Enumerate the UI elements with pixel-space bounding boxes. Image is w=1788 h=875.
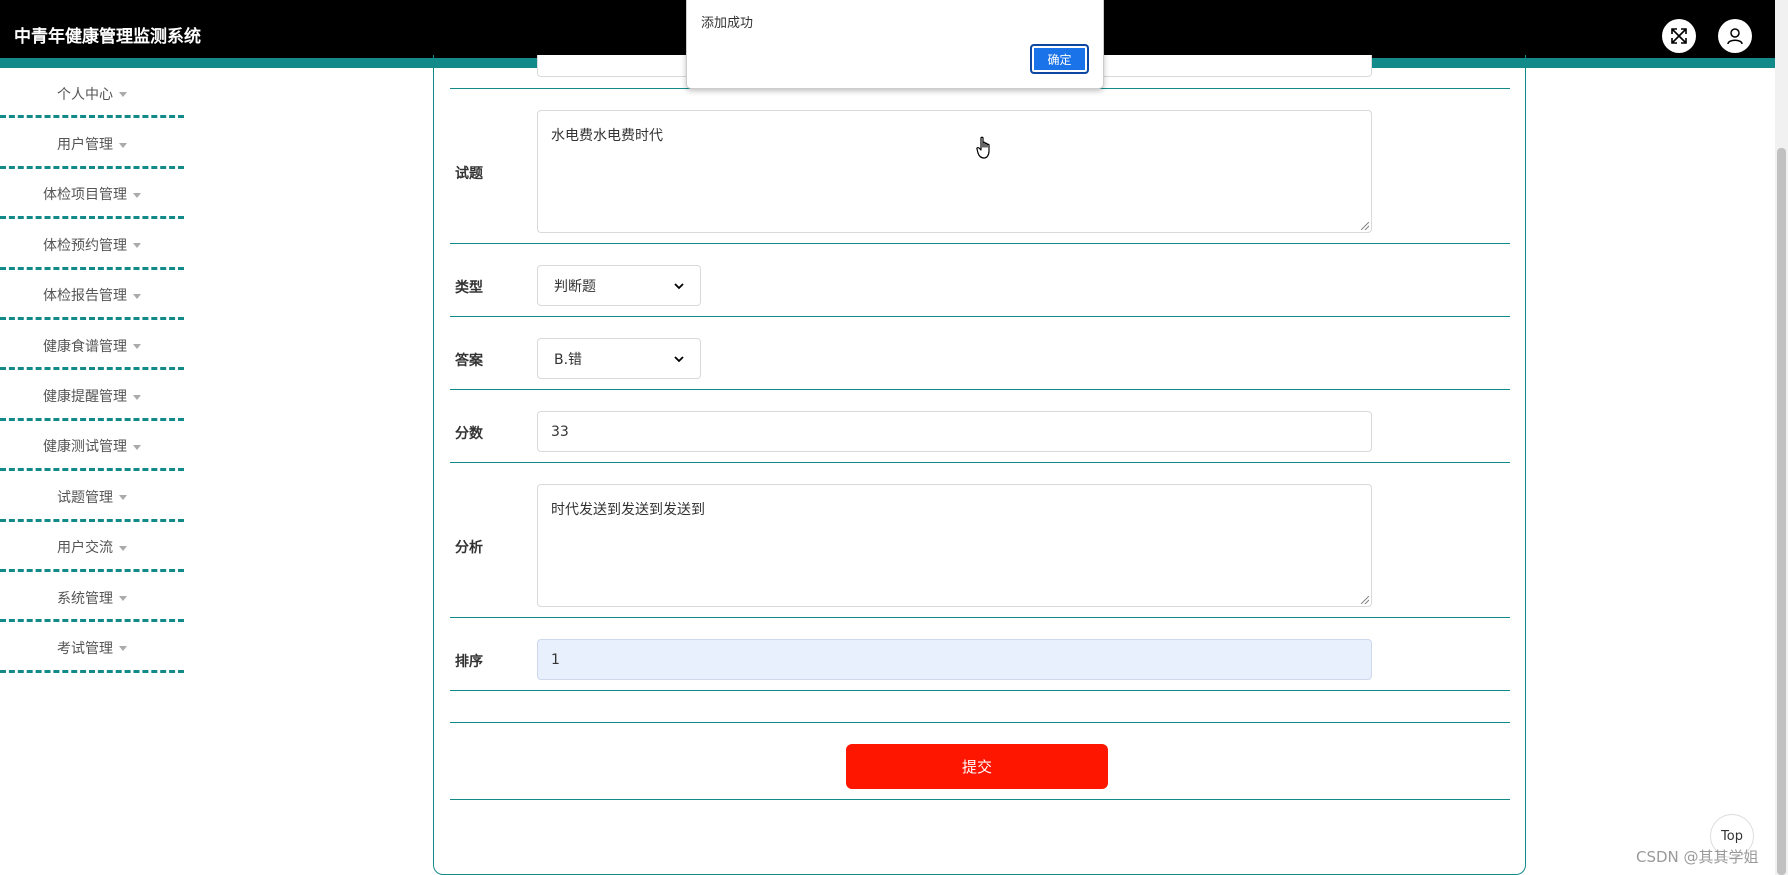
chevron-down-icon xyxy=(674,282,684,289)
sidebar-item-health-reminders[interactable]: 健康提醒管理 xyxy=(0,370,184,421)
score-value: 33 xyxy=(551,423,569,440)
fullscreen-icon xyxy=(1671,28,1687,44)
sidebar-item-label: 系统管理 xyxy=(57,590,113,607)
sidebar-item-exam-management[interactable]: 考试管理 xyxy=(0,622,184,673)
sidebar-item-label: 体检预约管理 xyxy=(43,237,127,254)
watermark: CSDN @其其学姐 xyxy=(1636,848,1759,866)
hand-pointer-icon xyxy=(976,136,990,159)
score-input[interactable]: 33 xyxy=(537,411,1372,452)
page-scrollbar[interactable] xyxy=(1775,0,1788,875)
sidebar-item-label: 健康测试管理 xyxy=(43,439,127,456)
row-divider xyxy=(450,243,1510,244)
sidebar-item-label: 体检项目管理 xyxy=(43,187,127,204)
resize-handle-icon[interactable] xyxy=(1361,222,1369,230)
sidebar-item-label: 个人中心 xyxy=(57,86,113,103)
caret-down-icon xyxy=(119,545,127,551)
question-value: 水电费水电费时代 xyxy=(551,128,663,144)
row-divider xyxy=(450,799,1510,800)
type-label: 类型 xyxy=(455,280,483,296)
sidebar-item-label: 用户管理 xyxy=(57,137,113,154)
answer-selected-value: B.错 xyxy=(554,351,583,368)
score-label: 分数 xyxy=(455,426,483,442)
sidebar-item-user-management[interactable]: 用户管理 xyxy=(0,118,184,169)
row-divider xyxy=(450,316,1510,317)
scrollbar-thumb[interactable] xyxy=(1777,148,1786,875)
type-select[interactable]: 判断题 xyxy=(537,265,701,306)
sidebar: 个人中心 用户管理 体检项目管理 体检预约管理 体检报告管理 健康食谱管理 健康… xyxy=(0,68,184,673)
caret-down-icon xyxy=(133,243,141,249)
analysis-textarea[interactable]: 时代发送到发送到发送到 xyxy=(537,484,1372,607)
caret-down-icon xyxy=(119,92,127,98)
question-label: 试题 xyxy=(455,166,483,182)
caret-down-icon xyxy=(133,344,141,350)
sidebar-item-label: 健康提醒管理 xyxy=(43,389,127,406)
question-textarea[interactable]: 水电费水电费时代 xyxy=(537,110,1372,233)
caret-down-icon xyxy=(119,495,127,501)
caret-down-icon xyxy=(119,646,127,652)
app-title: 中青年健康管理监测系统 xyxy=(14,27,201,47)
row-divider xyxy=(450,617,1510,618)
row-divider xyxy=(450,690,1510,691)
sidebar-item-checkup-reports[interactable]: 体检报告管理 xyxy=(0,270,184,320)
caret-down-icon xyxy=(133,444,141,450)
sidebar-item-label: 体检报告管理 xyxy=(43,288,127,305)
order-value: 1 xyxy=(551,651,560,668)
chevron-down-icon xyxy=(674,355,684,362)
row-divider xyxy=(450,462,1510,463)
type-selected-value: 判断题 xyxy=(554,278,596,295)
sidebar-item-health-tests[interactable]: 健康测试管理 xyxy=(0,421,184,472)
answer-select[interactable]: B.错 xyxy=(537,338,701,379)
caret-down-icon xyxy=(133,394,141,400)
dialog-message: 添加成功 xyxy=(701,16,754,31)
user-button[interactable] xyxy=(1718,19,1752,53)
sidebar-item-checkup-appointments[interactable]: 体检预约管理 xyxy=(0,219,184,270)
analysis-label: 分析 xyxy=(455,540,483,556)
answer-label: 答案 xyxy=(455,353,483,369)
sidebar-item-checkup-items[interactable]: 体检项目管理 xyxy=(0,169,184,220)
caret-down-icon xyxy=(119,596,127,602)
order-input[interactable]: 1 xyxy=(537,639,1372,680)
fullscreen-button[interactable] xyxy=(1662,19,1696,53)
sidebar-item-label: 试题管理 xyxy=(57,489,113,506)
sidebar-item-label: 健康食谱管理 xyxy=(43,338,127,355)
analysis-value: 时代发送到发送到发送到 xyxy=(551,502,705,518)
sidebar-item-healthy-recipes[interactable]: 健康食谱管理 xyxy=(0,320,184,371)
sidebar-item-question-management[interactable]: 试题管理 xyxy=(0,471,184,522)
sidebar-item-label: 用户交流 xyxy=(57,540,113,557)
resize-handle-icon[interactable] xyxy=(1361,596,1369,604)
caret-down-icon xyxy=(133,293,141,299)
alert-dialog: 添加成功 确定 xyxy=(686,0,1104,89)
order-label: 排序 xyxy=(455,654,483,670)
row-divider xyxy=(450,722,1510,723)
sidebar-item-personal-center[interactable]: 个人中心 xyxy=(0,68,184,119)
row-divider xyxy=(450,389,1510,390)
submit-button[interactable]: 提交 xyxy=(846,744,1108,789)
dialog-ok-button[interactable]: 确定 xyxy=(1030,44,1089,74)
caret-down-icon xyxy=(133,192,141,198)
sidebar-item-user-forum[interactable]: 用户交流 xyxy=(0,522,184,572)
sidebar-item-system-management[interactable]: 系统管理 xyxy=(0,572,184,623)
sidebar-item-label: 考试管理 xyxy=(57,640,113,657)
user-icon xyxy=(1727,28,1743,45)
caret-down-icon xyxy=(119,142,127,148)
